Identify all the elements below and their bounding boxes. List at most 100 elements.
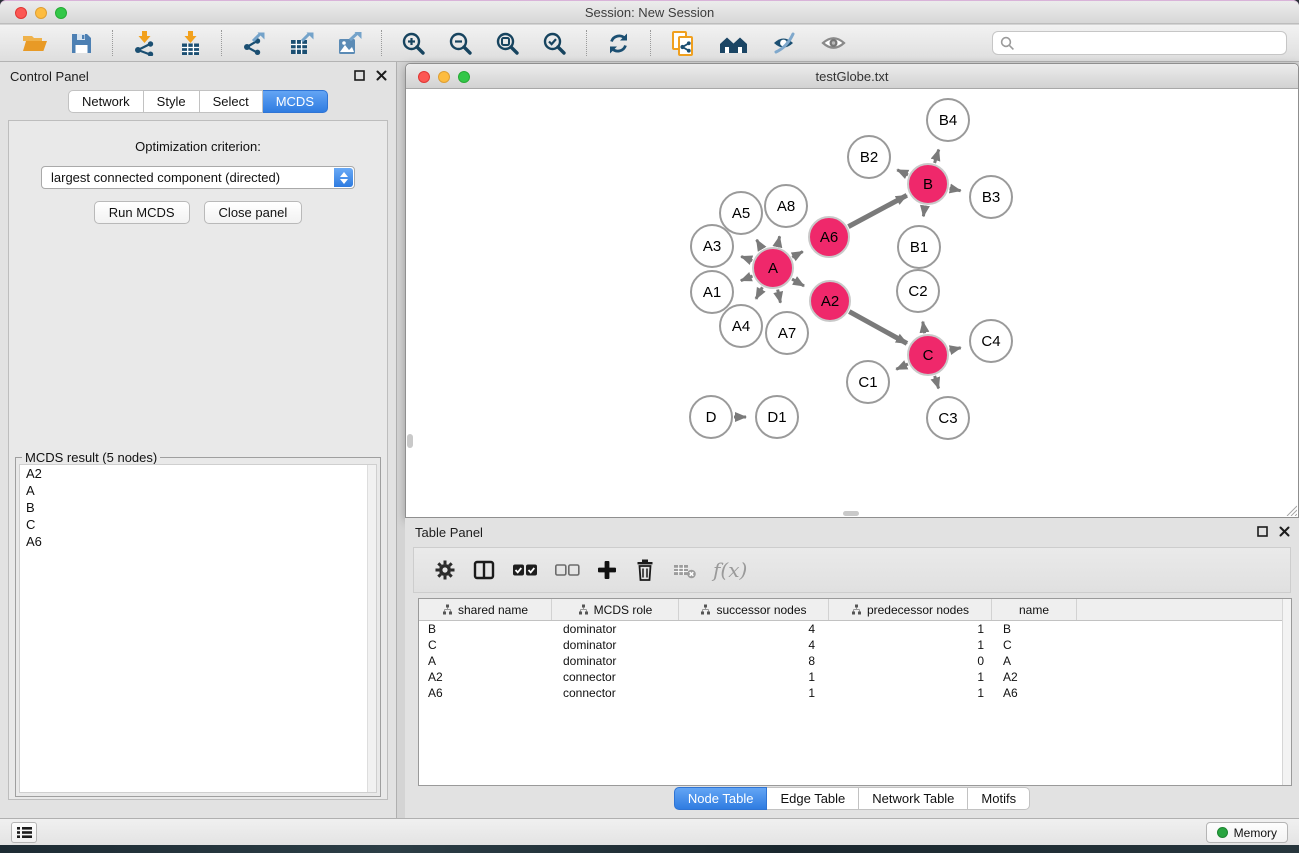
tab-edge-table[interactable]: Edge Table bbox=[767, 787, 859, 810]
control-panel: Control Panel Network Style Select MCDS … bbox=[0, 62, 397, 818]
zoom-selected-button[interactable] bbox=[536, 29, 573, 58]
graph-edge[interactable] bbox=[848, 195, 906, 226]
attribute-icon bbox=[578, 604, 589, 615]
column-header-shared-name[interactable]: shared name bbox=[419, 599, 552, 620]
graph-edge[interactable] bbox=[778, 290, 781, 303]
float-panel-icon[interactable] bbox=[353, 69, 366, 82]
show-all-button[interactable] bbox=[814, 30, 853, 56]
zoom-fit-button[interactable] bbox=[489, 29, 526, 58]
hide-selected-button[interactable] bbox=[765, 29, 804, 57]
export-image-button[interactable] bbox=[330, 29, 368, 58]
zoom-out-button[interactable] bbox=[442, 29, 479, 58]
export-table-button[interactable] bbox=[282, 29, 320, 58]
close-table-panel-icon[interactable] bbox=[1278, 525, 1291, 538]
optimization-criterion-label: Optimization criterion: bbox=[9, 139, 387, 154]
select-all-columns-button[interactable] bbox=[512, 563, 538, 577]
tab-network[interactable]: Network bbox=[68, 90, 144, 113]
table-row[interactable]: C dominator 4 1 C bbox=[419, 637, 1291, 653]
column-header-name[interactable]: name bbox=[992, 599, 1077, 620]
network-window-title: testGlobe.txt bbox=[406, 69, 1298, 84]
result-item[interactable]: B bbox=[20, 499, 376, 516]
search-input[interactable] bbox=[1015, 33, 1286, 53]
tab-motifs[interactable]: Motifs bbox=[968, 787, 1030, 810]
tab-mcds[interactable]: MCDS bbox=[263, 90, 328, 113]
column-header-mcds-role[interactable]: MCDS role bbox=[552, 599, 679, 620]
show-task-history-button[interactable] bbox=[11, 822, 37, 843]
criterion-dropdown[interactable]: largest connected component (directed) bbox=[41, 166, 355, 189]
result-scrollbar[interactable] bbox=[367, 465, 376, 792]
unchecked-boxes-icon bbox=[554, 563, 580, 577]
status-bar: Memory bbox=[0, 818, 1299, 845]
graph-edge[interactable] bbox=[923, 206, 925, 217]
graph-edge[interactable] bbox=[778, 236, 780, 246]
result-item[interactable]: C bbox=[20, 516, 376, 533]
graph-node-label: C3 bbox=[938, 410, 957, 427]
graph-edge[interactable] bbox=[950, 188, 961, 190]
import-table-button[interactable] bbox=[172, 29, 208, 58]
graph-edge[interactable] bbox=[756, 287, 762, 299]
import-table-icon bbox=[178, 31, 202, 56]
delete-table-button[interactable] bbox=[672, 561, 697, 579]
create-column-button[interactable] bbox=[596, 559, 618, 581]
table-toolbar: f(x) bbox=[413, 547, 1291, 593]
save-session-button[interactable] bbox=[64, 30, 99, 57]
graph-edge[interactable] bbox=[741, 276, 753, 281]
clone-network-button[interactable] bbox=[664, 28, 702, 59]
canvas-hscroll-thumb[interactable] bbox=[843, 511, 859, 516]
refresh-button[interactable] bbox=[600, 29, 637, 58]
tab-style[interactable]: Style bbox=[144, 90, 200, 113]
graph-edge[interactable] bbox=[741, 257, 752, 261]
table-settings-button[interactable] bbox=[434, 559, 456, 581]
result-item[interactable]: A2 bbox=[20, 465, 376, 482]
resize-grip[interactable] bbox=[1284, 503, 1297, 516]
graph-edge[interactable] bbox=[949, 348, 960, 351]
checked-boxes-icon bbox=[512, 563, 538, 577]
graph-edge[interactable] bbox=[792, 279, 804, 286]
float-table-panel-icon[interactable] bbox=[1256, 525, 1269, 538]
graph-node-label: C1 bbox=[858, 374, 877, 391]
table-scrollbar[interactable] bbox=[1282, 599, 1291, 785]
graph-node-label: A8 bbox=[777, 198, 795, 215]
import-network-button[interactable] bbox=[126, 29, 162, 58]
tab-network-table[interactable]: Network Table bbox=[859, 787, 968, 810]
show-columns-button[interactable] bbox=[472, 559, 496, 581]
zoom-fit-icon bbox=[495, 31, 520, 56]
function-builder-button[interactable]: f(x) bbox=[713, 558, 747, 582]
zoom-in-button[interactable] bbox=[395, 29, 432, 58]
tab-select[interactable]: Select bbox=[200, 90, 263, 113]
network-canvas[interactable]: B4B2BB3A8A5A6B1A3AA1C2A2A4A7C4CC1C3DD1 bbox=[406, 89, 1298, 517]
column-header-successor-nodes[interactable]: successor nodes bbox=[679, 599, 829, 620]
graph-edge[interactable] bbox=[792, 252, 803, 258]
column-header-predecessor-nodes[interactable]: predecessor nodes bbox=[829, 599, 992, 620]
table-row[interactable]: A dominator 8 0 A bbox=[419, 653, 1291, 669]
memory-button[interactable]: Memory bbox=[1206, 822, 1288, 843]
first-neighbors-button[interactable] bbox=[712, 30, 755, 57]
open-session-button[interactable] bbox=[15, 29, 54, 57]
network-window-titlebar[interactable]: testGlobe.txt bbox=[406, 64, 1298, 89]
table-row[interactable]: B dominator 4 1 B bbox=[419, 621, 1291, 637]
graph-edge[interactable] bbox=[849, 312, 907, 344]
canvas-vscroll-thumb[interactable] bbox=[407, 434, 413, 448]
graph-edge[interactable] bbox=[923, 322, 925, 334]
mcds-result-title: MCDS result (5 nodes) bbox=[22, 450, 160, 465]
table-row[interactable]: A6 connector 1 1 A6 bbox=[419, 685, 1291, 701]
graph-edge[interactable] bbox=[935, 376, 939, 388]
table-row[interactable]: A2 connector 1 1 A2 bbox=[419, 669, 1291, 685]
toolbar-separator bbox=[586, 30, 587, 56]
close-panel-button[interactable]: Close panel bbox=[204, 201, 303, 224]
attribute-icon bbox=[851, 604, 862, 615]
graph-edge[interactable] bbox=[896, 364, 908, 369]
tab-node-table[interactable]: Node Table bbox=[674, 787, 768, 810]
unselect-all-columns-button[interactable] bbox=[554, 563, 580, 577]
delete-column-button[interactable] bbox=[634, 558, 656, 582]
result-item[interactable]: A bbox=[20, 482, 376, 499]
result-item[interactable]: A6 bbox=[20, 533, 376, 550]
run-mcds-button[interactable]: Run MCDS bbox=[94, 201, 190, 224]
mcds-panel: Optimization criterion: largest connecte… bbox=[8, 120, 388, 800]
graph-edge[interactable] bbox=[757, 240, 762, 249]
graph-edge[interactable] bbox=[935, 150, 939, 163]
graph-edge[interactable] bbox=[897, 170, 908, 175]
refresh-icon bbox=[606, 31, 631, 56]
close-panel-icon[interactable] bbox=[375, 69, 388, 82]
export-network-button[interactable] bbox=[235, 29, 272, 58]
